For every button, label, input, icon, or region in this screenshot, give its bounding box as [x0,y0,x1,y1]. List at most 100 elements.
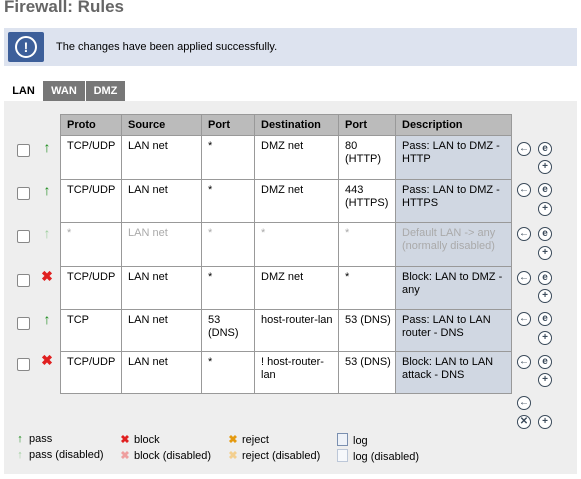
cell-dst-port: * [338,222,396,267]
block-icon[interactable]: ✖ [40,269,54,283]
cell-destination: DMZ net [254,135,339,180]
cell-src-port: * [201,266,255,310]
add-icon[interactable]: + [538,289,552,303]
table-row[interactable]: TCP LAN net 53 (DNS) host-router-lan 53 … [60,309,512,352]
legend-pass: ↑ pass [14,433,52,445]
reject-icon: ✖ [228,434,238,446]
table-row[interactable]: TCP/UDP LAN net * DMZ net 443 (HTTPS) Pa… [60,179,512,223]
col-destination: Destination [254,114,339,136]
cell-src-port: 53 (DNS) [201,309,255,352]
table-row[interactable]: TCP/UDP LAN net * DMZ net * Block: LAN t… [60,266,512,310]
pass-disabled-icon: ↑ [17,449,23,461]
col-source: Source [121,114,202,136]
log-icon [337,433,348,446]
legend-reject: ✖ reject [227,433,269,446]
cell-dst-port: 80 (HTTP) [338,135,396,180]
table-row[interactable]: TCP/UDP LAN net * DMZ net 80 (HTTP) Pass… [60,135,512,180]
legend-label: log (disabled) [353,451,420,463]
delete-icon[interactable]: ✕ [517,415,531,429]
legend-label: reject [242,434,269,446]
success-alert: ! The changes have been applied successf… [4,28,577,66]
legend-label: pass (disabled) [29,449,104,461]
add-icon[interactable]: + [538,373,552,387]
pass-disabled-icon[interactable]: ↑ [40,226,54,240]
cell-destination: ! host-router-lan [254,351,339,394]
pass-icon: ↑ [17,433,23,445]
legend-reject-disabled: ✖ reject (disabled) [227,449,320,462]
edit-icon[interactable]: e [538,142,552,156]
cell-destination: DMZ net [254,179,339,223]
col-dst-port: Port [338,114,396,136]
cell-dst-port: * [338,266,396,310]
cell-proto: * [60,222,122,267]
cell-source: LAN net [121,351,202,394]
rules-panel: Proto Source Port Destination Port Descr… [4,101,577,474]
cell-source: LAN net [121,309,202,352]
edit-icon[interactable]: e [538,271,552,285]
row-select-checkbox[interactable] [17,317,30,330]
row-select-checkbox[interactable] [17,358,30,371]
legend-block-disabled: ✖ block (disabled) [119,449,211,462]
cell-description: Block: LAN to LAN attack - DNS [395,351,512,394]
tab-lan[interactable]: LAN [4,81,43,101]
row-select-checkbox[interactable] [17,144,30,157]
tab-dmz[interactable]: DMZ [86,81,125,101]
row-select-checkbox[interactable] [17,230,30,243]
pass-icon[interactable]: ↑ [40,140,54,154]
edit-icon[interactable]: e [538,312,552,326]
cell-src-port: * [201,351,255,394]
row-select-checkbox[interactable] [17,187,30,200]
col-proto: Proto [60,114,122,136]
cell-destination: host-router-lan [254,309,339,352]
table-row[interactable]: * LAN net * * * Default LAN -> any (norm… [60,222,512,267]
add-icon[interactable]: + [538,202,552,216]
table-row[interactable]: TCP/UDP LAN net * ! host-router-lan 53 (… [60,351,512,394]
cell-proto: TCP [60,309,122,352]
cell-description: Default LAN -> any (normally disabled) [395,222,512,267]
edit-icon[interactable]: e [538,355,552,369]
col-src-port: Port [201,114,255,136]
info-exclamation-icon: ! [8,32,44,62]
rules-table: Proto Source Port Destination Port Descr… [60,114,512,394]
log-disabled-icon [337,449,348,462]
move-left-icon[interactable]: ← [517,355,531,369]
cell-destination: DMZ net [254,266,339,310]
cell-source: LAN net [121,135,202,180]
edit-icon[interactable]: e [538,183,552,197]
add-icon[interactable]: + [538,246,552,260]
cell-description: Pass: LAN to LAN router - DNS [395,309,512,352]
block-icon[interactable]: ✖ [40,353,54,367]
move-left-icon[interactable]: ← [517,396,531,410]
cell-dst-port: 443 (HTTPS) [338,179,396,223]
edit-icon[interactable]: e [538,227,552,241]
pass-icon[interactable]: ↑ [40,312,54,326]
row-select-checkbox[interactable] [17,274,30,287]
move-left-icon[interactable]: ← [517,142,531,156]
col-description: Description [395,114,512,136]
cell-proto: TCP/UDP [60,135,122,180]
cell-src-port: * [201,179,255,223]
legend-block: ✖ block [119,433,159,446]
add-icon[interactable]: + [538,331,552,345]
move-left-icon[interactable]: ← [517,312,531,326]
legend-label: reject (disabled) [242,450,321,462]
move-left-icon[interactable]: ← [517,271,531,285]
pass-icon[interactable]: ↑ [40,183,54,197]
cell-source: LAN net [121,222,202,267]
cell-proto: TCP/UDP [60,179,122,223]
add-icon[interactable]: + [538,160,552,174]
block-disabled-icon: ✖ [120,450,130,462]
move-left-icon[interactable]: ← [517,183,531,197]
tab-wan[interactable]: WAN [43,81,85,101]
cell-proto: TCP/UDP [60,266,122,310]
move-left-icon[interactable]: ← [517,227,531,241]
cell-destination: * [254,222,339,267]
cell-dst-port: 53 (DNS) [338,351,396,394]
add-icon[interactable]: + [538,415,552,429]
cell-dst-port: 53 (DNS) [338,309,396,352]
cell-source: LAN net [121,179,202,223]
alert-message: The changes have been applied successful… [56,41,278,53]
legend-label: pass [29,433,53,445]
reject-disabled-icon: ✖ [228,450,238,462]
legend-pass-disabled: ↑ pass (disabled) [14,449,104,461]
